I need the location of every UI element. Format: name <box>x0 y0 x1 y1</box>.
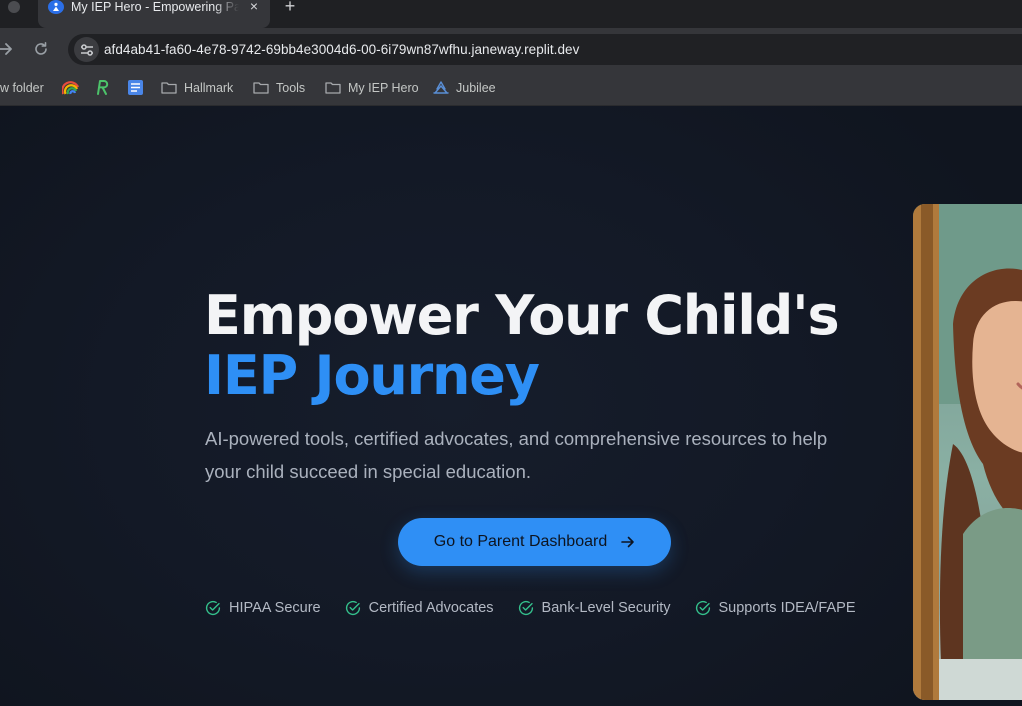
hero-subtitle: AI-powered tools, certified advocates, a… <box>205 428 828 482</box>
bookmarks-bar: w folder Hallmark Tools My IEP Hero Jubi… <box>0 70 1022 106</box>
tab-favicon-icon <box>8 1 20 13</box>
arrow-right-icon <box>621 536 635 548</box>
feature-badge: Certified Advocates <box>345 600 494 616</box>
previous-tab[interactable] <box>0 0 30 14</box>
bookmark-label: w folder <box>0 80 44 95</box>
close-tab-icon[interactable]: × <box>247 0 261 14</box>
site-settings-icon[interactable] <box>74 37 99 62</box>
forward-arrow-icon[interactable] <box>0 40 14 58</box>
check-circle-icon <box>518 600 533 616</box>
reload-icon[interactable] <box>33 41 49 57</box>
jubilee-logo-icon <box>433 80 449 94</box>
browser-toolbar: afd4ab41-fa60-4e78-9742-69bb4e3004d6-00-… <box>0 28 1022 70</box>
hero-favicon-icon <box>48 0 64 14</box>
rainbow-app-icon[interactable] <box>61 79 79 96</box>
bookmark-label: Hallmark <box>184 80 234 95</box>
bookmark-folder-tools[interactable]: Tools <box>253 70 305 105</box>
folder-icon <box>161 82 177 94</box>
bookmark-label: Tools <box>276 80 306 95</box>
tab-title: My IEP Hero - Empowering Parents <box>71 0 239 14</box>
feature-badge: Bank-Level Security <box>518 600 671 616</box>
check-circle-icon <box>345 600 360 616</box>
folder-icon <box>325 82 341 94</box>
url-text[interactable]: afd4ab41-fa60-4e78-9742-69bb4e3004d6-00-… <box>104 34 579 65</box>
feature-label: Bank-Level Security <box>541 600 671 616</box>
cta-label: Go to Parent Dashboard <box>433 533 608 550</box>
parent-dashboard-button[interactable]: Go to Parent Dashboard <box>398 518 671 566</box>
address-bar[interactable]: afd4ab41-fa60-4e78-9742-69bb4e3004d6-00-… <box>68 34 1022 65</box>
bookmark-folder[interactable]: w folder <box>0 70 44 105</box>
check-circle-icon <box>205 600 221 616</box>
check-circle-icon <box>695 600 710 616</box>
feature-label: HIPAA Secure <box>229 600 321 616</box>
bookmark-folder-my-iep-hero[interactable]: My IEP Hero <box>325 70 419 105</box>
bookmark-label: Jubilee <box>456 80 496 95</box>
folder-icon <box>253 82 269 94</box>
hero-photo-illustration <box>913 204 1022 700</box>
green-r-app-icon[interactable] <box>94 79 111 96</box>
trust-badges: HIPAA Secure Certified Advocates Bank-Le… <box>205 599 856 617</box>
bookmark-jubilee[interactable]: Jubilee <box>433 70 496 105</box>
hero-photo <box>913 204 1022 700</box>
feature-badge: Supports IDEA/FAPE <box>695 600 856 616</box>
active-tab[interactable]: My IEP Hero - Empowering Parents × <box>38 0 270 28</box>
docs-icon[interactable] <box>127 79 144 96</box>
tab-strip: My IEP Hero - Empowering Parents × + <box>0 0 1022 28</box>
new-tab-button[interactable]: + <box>280 0 300 15</box>
feature-label: Certified Advocates <box>368 600 494 616</box>
bookmark-label: My IEP Hero <box>348 80 419 95</box>
feature-label: Supports IDEA/FAPE <box>718 600 856 616</box>
hero-title-highlight: IEP Journey <box>204 344 540 407</box>
hero-heading: Empower Your Child's IEP Journey <box>204 286 904 406</box>
feature-badge: HIPAA Secure <box>205 600 321 616</box>
landing-page: Empower Your Child's IEP Journey AI-powe… <box>0 106 1022 706</box>
bookmark-folder-hallmark[interactable]: Hallmark <box>161 70 233 105</box>
hero-title-line1: Empower Your Child's <box>204 284 840 347</box>
